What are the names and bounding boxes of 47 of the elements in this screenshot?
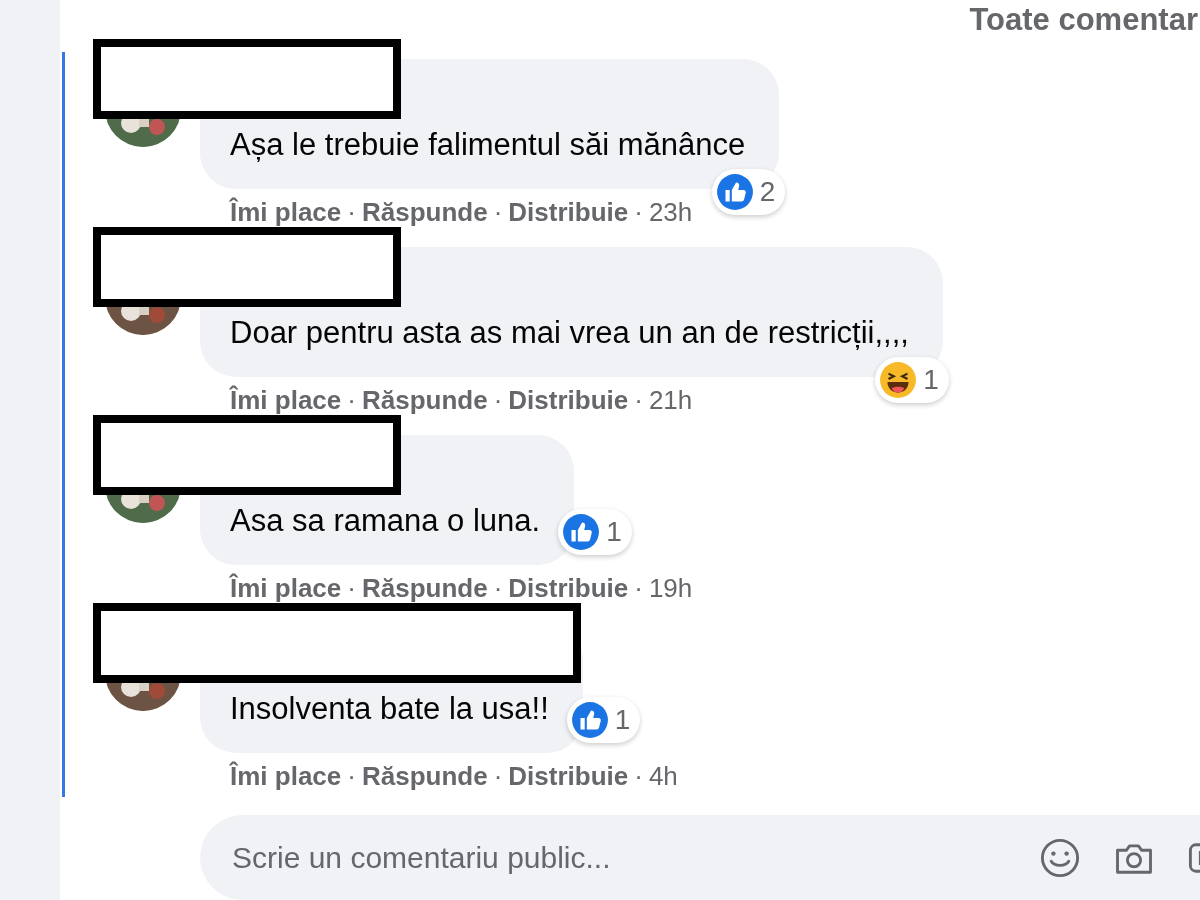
separator-dot: · — [347, 760, 356, 792]
separator-dot: · — [634, 384, 643, 416]
comment-action-link[interactable]: Distribuie — [508, 760, 629, 792]
comment-action-link[interactable]: Distribuie — [508, 572, 629, 604]
thumbs-up-icon — [570, 701, 609, 740]
reaction-badge[interactable]: 1 — [566, 697, 641, 744]
comment-action-link[interactable]: Răspunde — [361, 384, 488, 416]
comment-action-link[interactable]: Îmi place — [230, 760, 342, 792]
comment-action-link[interactable]: Distribuie — [508, 384, 629, 416]
separator-dot: · — [493, 760, 503, 792]
comment-text: Insolventa bate la usa!! — [230, 690, 549, 729]
comment-action-link[interactable]: Îmi place — [230, 196, 342, 228]
comment-action-link[interactable]: Îmi place — [230, 572, 342, 604]
comment-action-link[interactable]: Răspunde — [361, 196, 488, 228]
separator-dot: · — [493, 572, 503, 604]
comment-field[interactable]: Scrie un comentariu public... — [200, 815, 1200, 900]
separator-dot: · — [347, 572, 356, 604]
comment-text: Așa le trebuie falimentul săi mănânce — [230, 126, 746, 165]
comment-time[interactable]: 4h — [648, 760, 678, 792]
comment-text: Doar pentru asta as mai vrea un an de restricții,,,, — [230, 314, 909, 353]
comment-action-link[interactable]: Îmi place — [230, 384, 342, 416]
reaction-count: 1 — [606, 516, 622, 549]
comment-time[interactable]: 19h — [648, 572, 693, 604]
separator-dot: · — [634, 572, 643, 604]
laughing-face-icon — [879, 361, 918, 400]
reaction-badge[interactable]: 2 — [711, 169, 786, 216]
separator-dot: · — [347, 196, 356, 228]
reaction-count: 2 — [759, 176, 776, 209]
separator-dot: · — [493, 196, 503, 228]
reaction-count: 1 — [614, 704, 631, 737]
thumbs-up-icon — [562, 513, 601, 552]
sort-dropdown[interactable]: Toate comentar — [969, 2, 1198, 38]
reaction-badge[interactable]: 1 — [558, 509, 632, 556]
comment-time[interactable]: 21h — [648, 384, 693, 416]
comment-text: Asa sa ramana o luna. — [230, 502, 541, 541]
separator-dot: · — [634, 760, 643, 792]
reaction-badge[interactable]: 1 — [875, 357, 949, 404]
thumbs-up-icon — [715, 173, 754, 212]
comment-time[interactable]: 23h — [648, 196, 693, 228]
separator-dot: · — [634, 196, 643, 228]
comment-action-link[interactable]: Răspunde — [361, 572, 488, 604]
separator-dot: · — [493, 384, 503, 416]
separator-dot: · — [347, 384, 356, 416]
comment-action-link[interactable]: Distribuie — [508, 196, 629, 228]
comment-action-link[interactable]: Răspunde — [361, 760, 488, 792]
comment-input[interactable]: Scrie un comentariu public... — [230, 839, 1008, 876]
reaction-count: 1 — [923, 364, 939, 397]
